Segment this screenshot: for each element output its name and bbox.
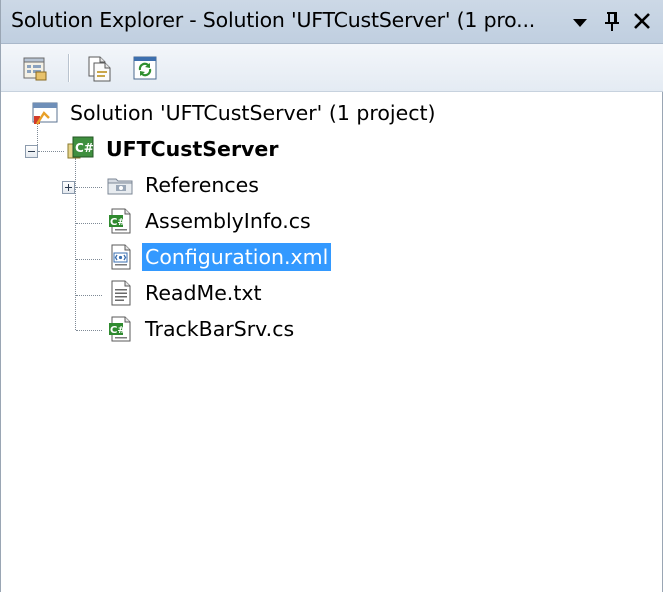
show-all-files-icon — [88, 56, 111, 82]
tree-line — [76, 187, 102, 188]
properties-button[interactable] — [21, 54, 49, 82]
tree-line — [76, 259, 102, 260]
toolbar-separator — [68, 54, 70, 82]
chevron-down-icon — [573, 19, 587, 27]
tree-node-label: TrackBarSrv.cs — [145, 317, 295, 341]
tree-node-readme[interactable]: ReadMe.txt — [106, 276, 265, 310]
close-icon — [634, 13, 650, 29]
tree-line — [76, 295, 102, 296]
solution-tree[interactable]: Solution 'UFTCustServer' (1 project) C# … — [1, 92, 663, 592]
solution-icon — [32, 102, 58, 125]
tree-line — [38, 151, 64, 152]
svg-text:C#: C# — [110, 217, 126, 228]
tree-node-assemblyinfo[interactable]: C# AssemblyInfo.cs — [106, 204, 314, 238]
references-folder-icon — [107, 178, 133, 195]
solution-explorer-window: Solution Explorer - Solution 'UFTCustSer… — [0, 0, 663, 592]
refresh-icon — [133, 56, 157, 80]
collapse-toggle[interactable] — [25, 145, 38, 158]
tree-line — [76, 223, 102, 224]
tree-node-label: AssemblyInfo.cs — [145, 209, 311, 233]
tree-node-references[interactable]: References — [106, 168, 262, 202]
refresh-button[interactable] — [131, 54, 159, 82]
tree-line — [75, 158, 76, 330]
csharp-file-icon: C# — [109, 208, 131, 234]
tree-line — [76, 330, 102, 331]
tree-node-configuration[interactable]: Configuration.xml — [106, 240, 332, 274]
tree-node-label: Configuration.xml — [142, 243, 332, 271]
tree-node-project[interactable]: C# UFTCustServer — [67, 132, 281, 166]
svg-text:C#: C# — [75, 141, 94, 155]
close-button[interactable] — [629, 6, 655, 36]
csharp-project-icon: C# — [67, 136, 94, 159]
tree-node-label: ReadMe.txt — [145, 281, 262, 305]
csharp-file-icon: C# — [109, 316, 131, 342]
tree-node-label: Solution 'UFTCustServer' (1 project) — [70, 101, 436, 125]
show-all-files-button[interactable] — [85, 54, 113, 82]
title-bar[interactable]: Solution Explorer - Solution 'UFTCustSer… — [1, 0, 663, 44]
toolbar — [1, 44, 663, 92]
expand-toggle[interactable] — [62, 181, 75, 194]
svg-text:C#: C# — [110, 325, 126, 336]
window-position-dropdown-button[interactable] — [567, 6, 593, 36]
tree-node-trackbarsrv[interactable]: C# TrackBarSrv.cs — [106, 312, 297, 346]
tree-node-label: UFTCustServer — [106, 137, 279, 161]
xml-file-icon — [111, 244, 131, 270]
window-title: Solution Explorer - Solution 'UFTCustSer… — [11, 8, 536, 32]
auto-hide-pin-button[interactable] — [599, 6, 625, 36]
pin-icon — [605, 12, 619, 31]
tree-node-label: References — [145, 173, 259, 197]
properties-icon — [23, 57, 47, 81]
tree-node-solution[interactable]: Solution 'UFTCustServer' (1 project) — [31, 96, 439, 130]
text-file-icon — [111, 280, 131, 306]
